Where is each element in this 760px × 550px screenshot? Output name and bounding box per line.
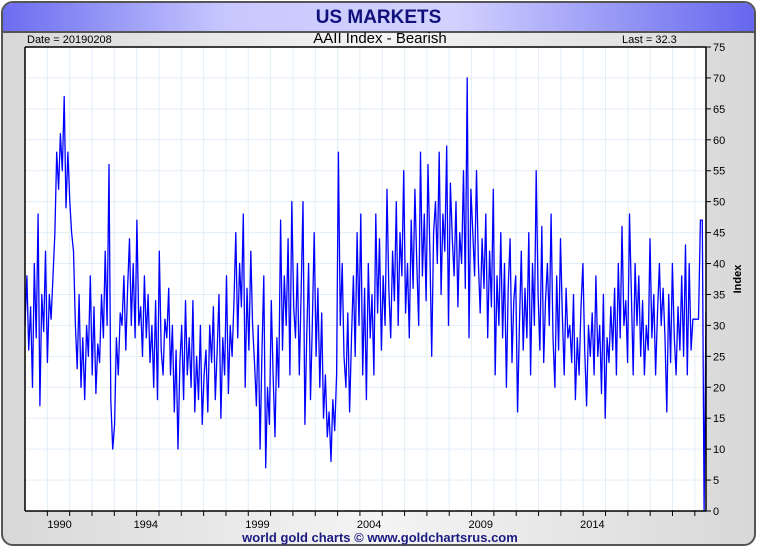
y-tick-label: 5 — [713, 475, 719, 487]
y-tick-label: 45 — [713, 228, 725, 240]
y-tick-label: 15 — [713, 413, 725, 425]
y-tick-label: 55 — [713, 166, 725, 178]
y-tick-label: 20 — [713, 382, 725, 394]
y-tick-label: 0 — [713, 506, 719, 518]
y-tick-label: 35 — [713, 289, 725, 301]
footer-credit: world gold charts © www.goldchartsrus.co… — [242, 530, 518, 545]
y-tick-label: 40 — [713, 259, 725, 271]
y-tick-label: 10 — [713, 444, 725, 456]
y-tick-label: 70 — [713, 73, 725, 85]
y-tick-label: 50 — [713, 197, 725, 209]
y-tick-label: 65 — [713, 104, 725, 116]
y-axis-label: Index — [732, 264, 744, 294]
y-tick-label: 60 — [713, 135, 725, 147]
y-tick-label: 75 — [713, 42, 725, 54]
chart-svg: 0510152025303540455055606570751990 1994 19… — [24, 42, 744, 531]
y-tick-label: 25 — [713, 351, 725, 363]
plot-area — [25, 47, 706, 511]
y-tick-label: 30 — [713, 320, 725, 332]
